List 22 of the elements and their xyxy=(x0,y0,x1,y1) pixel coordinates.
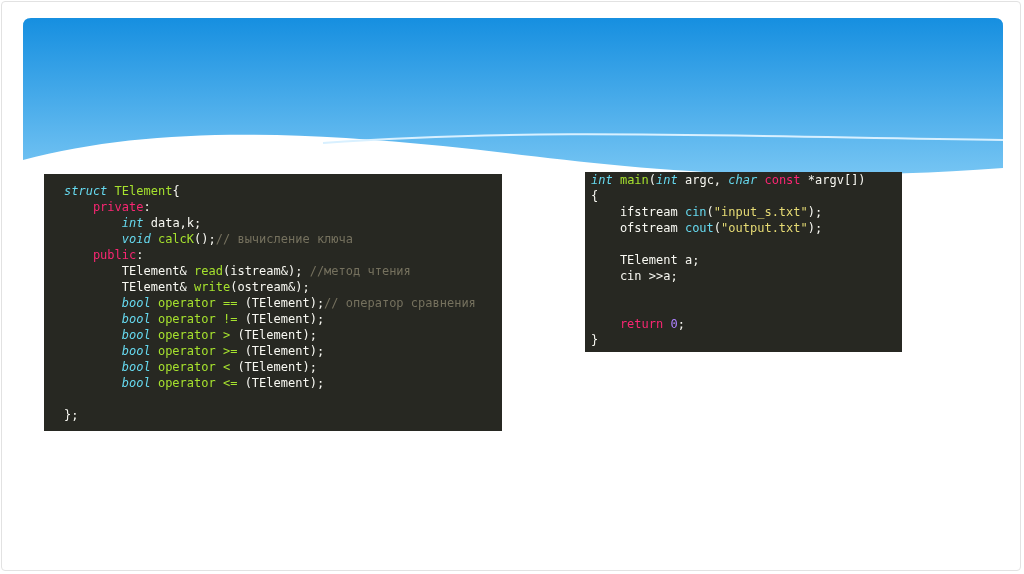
code-line: public: xyxy=(91,248,144,262)
code-line: bool operator > (TElement); xyxy=(120,328,317,342)
code-line: struct TElement{ xyxy=(64,184,180,198)
code-line: return 0; xyxy=(618,317,685,331)
code-line: } xyxy=(591,333,599,347)
code-line: }; xyxy=(64,408,79,422)
code-line: ofstream cout("output.txt"); xyxy=(618,221,823,235)
code-line: bool operator >= (TElement); xyxy=(120,344,325,358)
code-line: bool operator == (TElement);// оператор сравнения xyxy=(120,296,476,310)
code-line: TElement& write(ostream&); xyxy=(120,280,310,294)
code-line: int data,k; xyxy=(120,216,202,230)
code-line: TElement& read(istream&); //метод чтения xyxy=(120,264,411,278)
code-line: { xyxy=(591,189,599,203)
code-line: ifstream cin("input_s.txt"); xyxy=(618,205,823,219)
code-line: int main(int argc, char const *argv[]) xyxy=(591,173,866,187)
code-line: bool operator <= (TElement); xyxy=(120,376,325,390)
code-line: cin >>a; xyxy=(618,269,678,283)
code-line: bool operator != (TElement); xyxy=(120,312,325,326)
code-line: bool operator < (TElement); xyxy=(120,360,317,374)
code-line: TElement a; xyxy=(618,253,700,267)
code-line: private: xyxy=(91,200,151,214)
code-line: void calcK();// вычисление ключа xyxy=(120,232,353,246)
